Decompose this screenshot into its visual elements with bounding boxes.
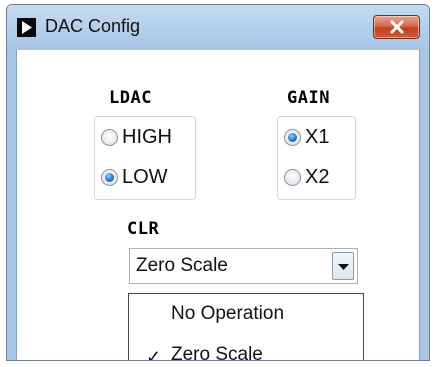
option-label: Zero Scale — [171, 344, 263, 361]
radio-button-checked-icon[interactable] — [284, 128, 301, 146]
gain-radio-group: X1 X2 — [277, 116, 356, 200]
dropdown-button[interactable] — [332, 252, 354, 280]
radio-button-unchecked-icon[interactable] — [284, 168, 301, 186]
gain-option-label: X2 — [305, 165, 330, 188]
gain-option-label: X1 — [305, 125, 330, 148]
checkmark-icon: ✓ — [146, 347, 162, 361]
chevron-down-icon — [338, 264, 349, 270]
ldac-option-label: HIGH — [122, 125, 172, 148]
radio-button-checked-icon[interactable] — [101, 168, 118, 186]
ldac-option-low[interactable]: LOW — [101, 165, 168, 189]
clr-selected-value: Zero Scale — [136, 255, 228, 276]
close-button[interactable] — [373, 15, 420, 39]
window-title: DAC Config — [45, 16, 141, 36]
ldac-label: LDAC — [109, 88, 152, 108]
ldac-option-label: LOW — [122, 165, 168, 188]
gain-option-x2[interactable]: X2 — [284, 165, 329, 189]
gain-option-x1[interactable]: X1 — [284, 125, 329, 149]
close-icon — [390, 20, 404, 34]
clr-select[interactable]: Zero Scale — [129, 248, 358, 284]
ldac-option-high[interactable]: HIGH — [101, 125, 172, 149]
radio-button-unchecked-icon[interactable] — [101, 128, 118, 146]
clr-label: CLR — [127, 219, 160, 239]
dac-config-window: DAC Config LDAC HIGH LOW GAIN X1 X2 CLR … — [6, 4, 430, 361]
play-triangle-icon — [17, 18, 36, 37]
option-label: No Operation — [171, 303, 285, 324]
clr-dropdown-list: No Operation ✓ Zero Scale — [128, 293, 364, 361]
dropdown-option-zero-scale[interactable]: ✓ Zero Scale — [129, 341, 363, 361]
gain-label: GAIN — [287, 88, 330, 108]
dropdown-option-no-operation[interactable]: No Operation — [129, 300, 363, 330]
ldac-radio-group: HIGH LOW — [94, 116, 196, 200]
title-bar[interactable]: DAC Config — [7, 5, 429, 50]
dialog-body: LDAC HIGH LOW GAIN X1 X2 CLR Zero Scale … — [16, 50, 420, 361]
